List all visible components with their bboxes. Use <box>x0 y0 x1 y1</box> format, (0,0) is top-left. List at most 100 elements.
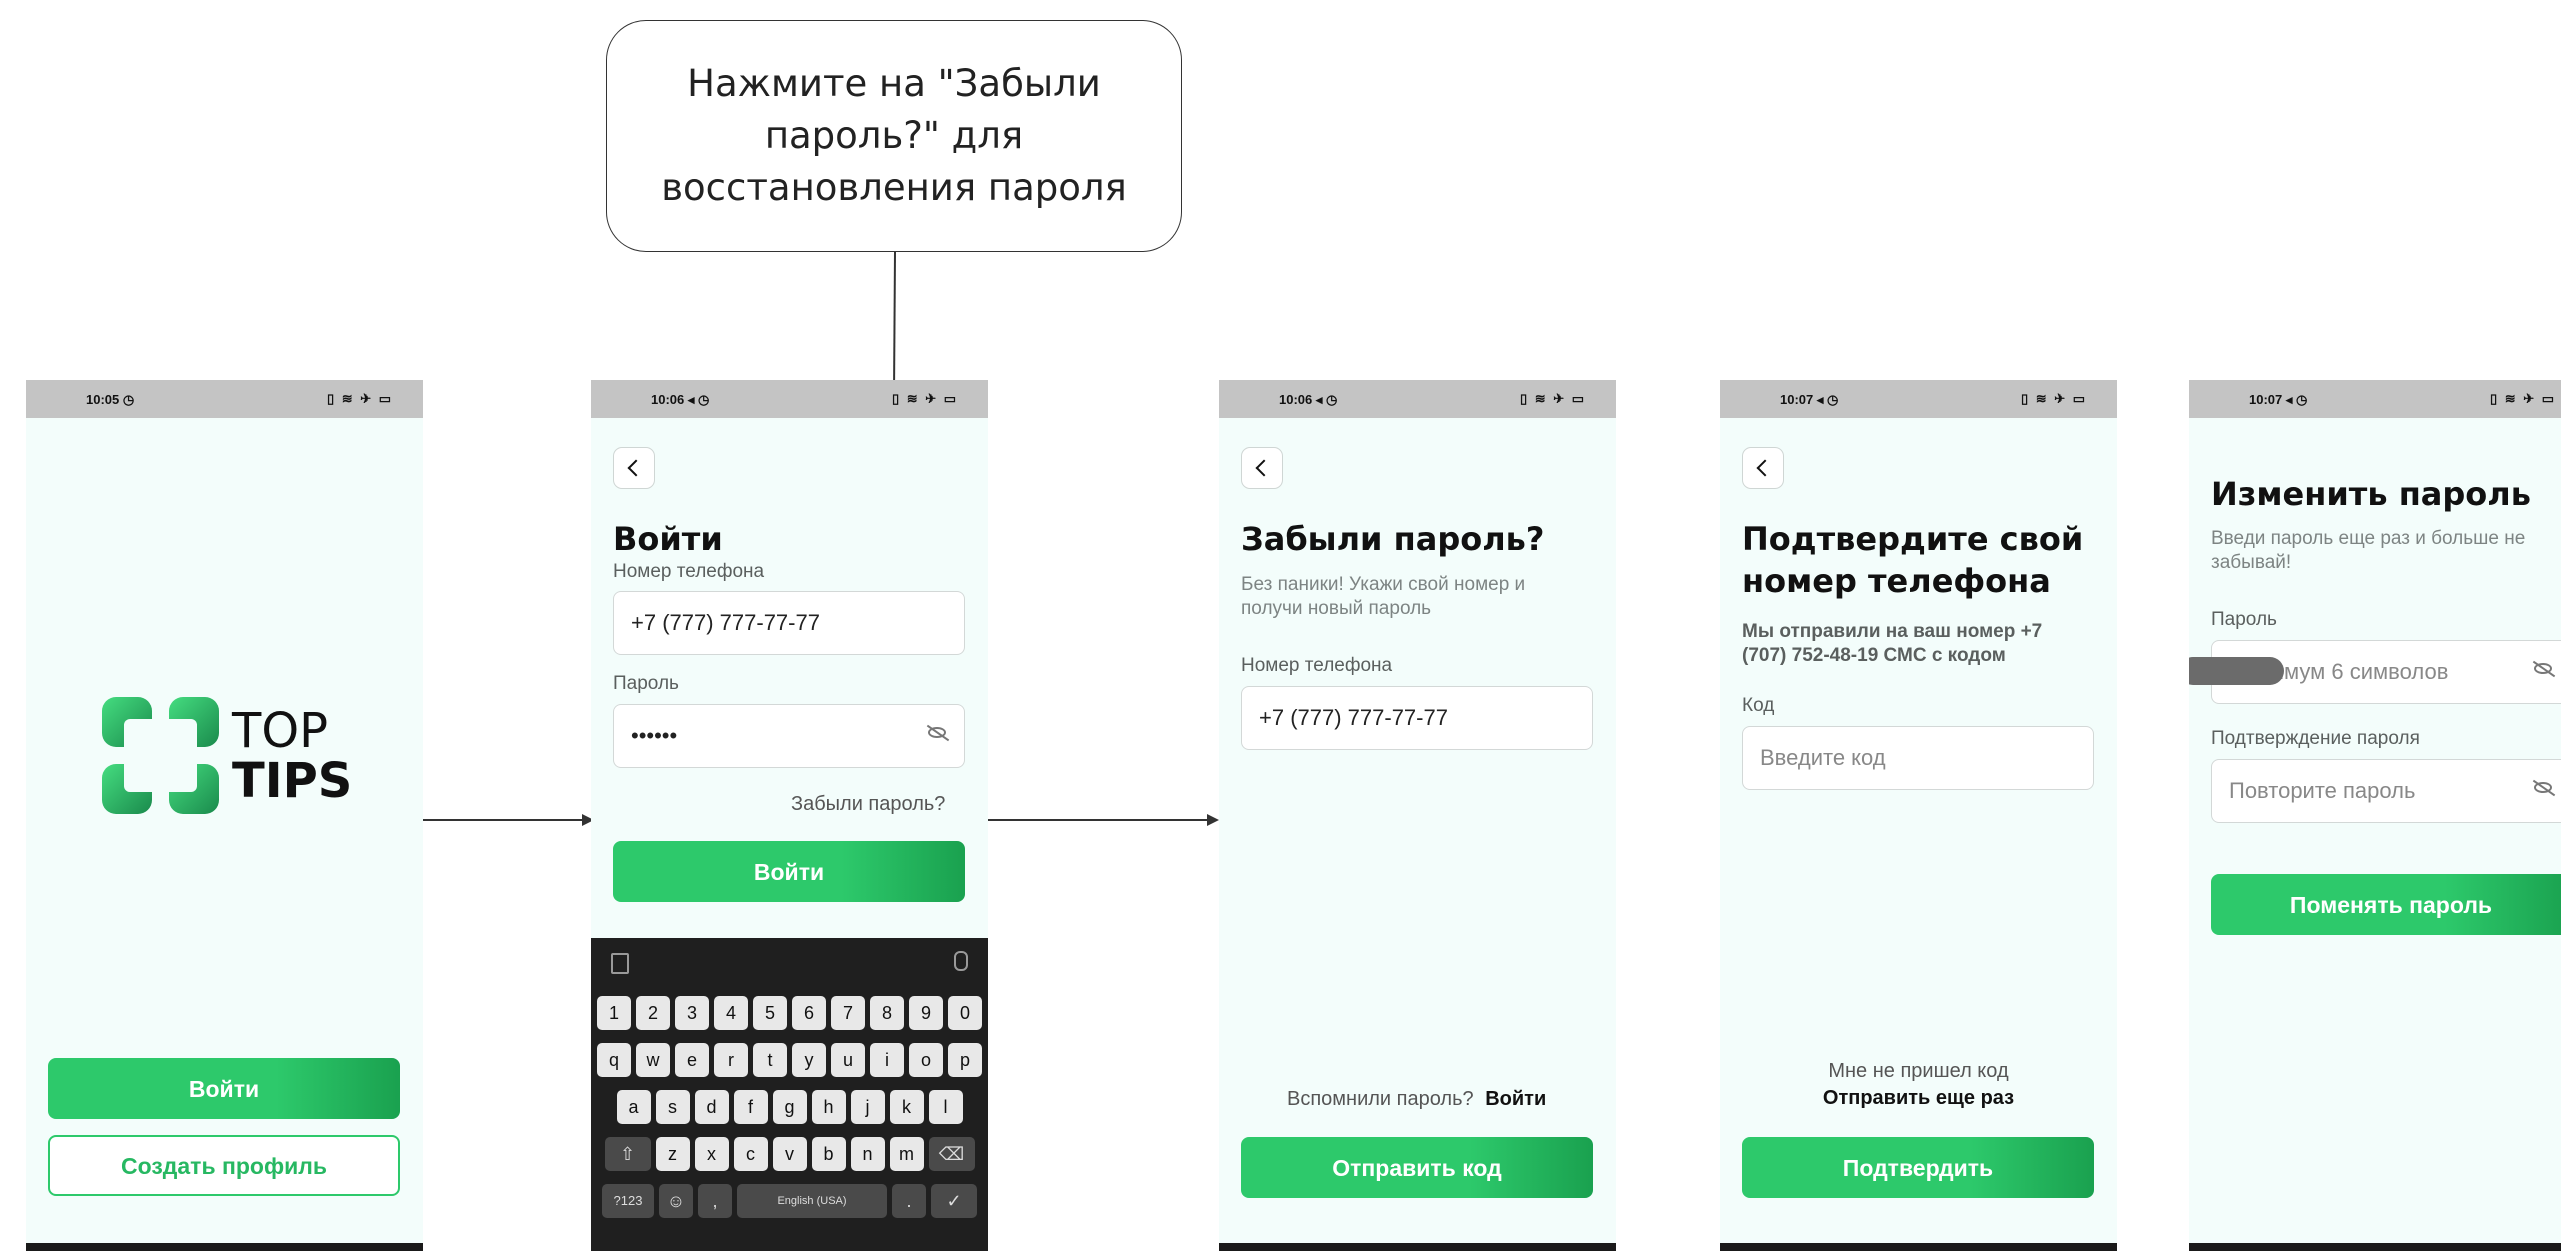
symbols-key[interactable]: ?123 <box>602 1184 654 1218</box>
resend-link[interactable]: Отправить еще раз <box>1720 1087 2117 1110</box>
key-8[interactable]: 8 <box>870 996 904 1030</box>
key-a[interactable]: a <box>616 1090 651 1124</box>
key-6[interactable]: 6 <box>792 996 826 1030</box>
key-0[interactable]: 0 <box>948 996 982 1030</box>
phone-label: Номер телефона <box>1241 655 1393 676</box>
callout-text: Нажмите на "Забыли пароль?" для восстано… <box>661 62 1127 209</box>
key-l[interactable]: l <box>928 1090 963 1124</box>
keyboard-number-row: 1234567890 <box>591 996 988 1030</box>
status-icons: ▯ ≋ ✈ ▭ <box>2020 391 2087 406</box>
eye-off-icon[interactable] <box>2534 782 2552 793</box>
status-icons: ▯ ≋ ✈ ▭ <box>326 391 393 406</box>
key-p[interactable]: p <box>948 1043 982 1077</box>
confirm-password-label: Подтверждение пароля <box>2211 728 2420 749</box>
emoji-key[interactable]: ☺ <box>659 1184 693 1218</box>
login-button[interactable]: Войти <box>613 841 965 902</box>
status-bar: 10:05 ◷ ▯ ≋ ✈ ▭ <box>26 380 423 418</box>
password-label: Пароль <box>613 673 679 694</box>
space-key[interactable]: English (USA) <box>737 1184 887 1218</box>
back-button[interactable] <box>1241 447 1283 489</box>
flow-arrow-2-head <box>1207 814 1219 826</box>
eye-off-icon[interactable] <box>928 727 946 738</box>
key-b[interactable]: b <box>811 1137 846 1171</box>
no-code-text: Мне не пришел код <box>1828 1060 2009 1082</box>
login-button[interactable]: Войти <box>48 1058 400 1119</box>
nav-bar <box>1720 1243 2117 1251</box>
phone-field[interactable]: +7 (777) 777-77-77 <box>1241 686 1593 750</box>
key-2[interactable]: 2 <box>636 996 670 1030</box>
page-subtitle: Мы отправили на ваш номер +7 (707) 752-4… <box>1742 621 2043 666</box>
forgot-password-screen: 10:06 ◂ ◷ ▯ ≋ ✈ ▭ Забыли пароль? Без пан… <box>1219 380 1616 1251</box>
key-u[interactable]: u <box>831 1043 865 1077</box>
comma-key[interactable]: , <box>698 1184 732 1218</box>
remembered-text: Вспомнили пароль? <box>1287 1088 1474 1110</box>
change-password-screen: 10:07 ◂ ◷ ▯ ≋ ✈ ▭ Изменить пароль Введи … <box>2189 380 2561 1251</box>
key-e[interactable]: e <box>675 1043 709 1077</box>
keyboard: 1234567890 qwertyuiop asdfghjkl ⇧ zxcvbn… <box>591 938 988 1251</box>
mic-icon[interactable] <box>954 951 968 971</box>
redaction-mark <box>2189 657 2284 685</box>
clipboard-icon[interactable] <box>611 953 629 974</box>
key-f[interactable]: f <box>733 1090 768 1124</box>
page-title: Забыли пароль? <box>1241 520 1545 558</box>
status-time: 10:07 ◂ ◷ <box>1780 392 1839 407</box>
key-n[interactable]: n <box>850 1137 885 1171</box>
key-s[interactable]: s <box>655 1090 690 1124</box>
key-4[interactable]: 4 <box>714 996 748 1030</box>
key-5[interactable]: 5 <box>753 996 787 1030</box>
key-r[interactable]: r <box>714 1043 748 1077</box>
key-9[interactable]: 9 <box>909 996 943 1030</box>
key-j[interactable]: j <box>850 1090 885 1124</box>
status-icons: ▯ ≋ ✈ ▭ <box>2489 391 2556 406</box>
key-v[interactable]: v <box>772 1137 807 1171</box>
key-x[interactable]: x <box>694 1137 729 1171</box>
password-label: Пароль <box>2211 609 2277 630</box>
key-q[interactable]: q <box>597 1043 631 1077</box>
page-title: Войти <box>613 520 723 558</box>
welcome-screen: 10:05 ◷ ▯ ≋ ✈ ▭ TOP TIPS Войти Создать п… <box>26 380 423 1251</box>
confirm-password-field[interactable]: Повторите пароль <box>2211 759 2561 823</box>
status-time: 10:05 ◷ <box>86 392 135 407</box>
key-c[interactable]: c <box>733 1137 768 1171</box>
shift-key[interactable]: ⇧ <box>604 1137 651 1171</box>
key-d[interactable]: d <box>694 1090 729 1124</box>
code-field[interactable]: Введите код <box>1742 726 2094 790</box>
send-code-button[interactable]: Отправить код <box>1241 1137 1593 1198</box>
create-profile-button[interactable]: Создать профиль <box>48 1135 400 1196</box>
flow-arrow-2 <box>988 819 1214 821</box>
key-o[interactable]: o <box>909 1043 943 1077</box>
key-k[interactable]: k <box>889 1090 924 1124</box>
password-value: •••••• <box>631 723 678 748</box>
key-3[interactable]: 3 <box>675 996 709 1030</box>
backspace-key[interactable]: ⌫ <box>928 1137 975 1171</box>
confirm-password-placeholder: Повторите пароль <box>2229 778 2416 803</box>
confirm-phone-screen: 10:07 ◂ ◷ ▯ ≋ ✈ ▭ Подтвердите свой номер… <box>1720 380 2117 1251</box>
key-y[interactable]: y <box>792 1043 826 1077</box>
change-password-button[interactable]: Поменять пароль <box>2211 874 2561 935</box>
forgot-password-link[interactable]: Забыли пароль? <box>791 793 945 816</box>
login-screen: 10:06 ◂ ◷ ▯ ≋ ✈ ▭ Войти Номер телефона +… <box>591 380 988 1251</box>
logo-icon <box>102 697 219 814</box>
key-1[interactable]: 1 <box>597 996 631 1030</box>
key-z[interactable]: z <box>655 1137 690 1171</box>
back-button[interactable] <box>1742 447 1784 489</box>
eye-off-icon[interactable] <box>2534 663 2552 674</box>
key-t[interactable]: t <box>753 1043 787 1077</box>
code-label: Код <box>1742 695 1775 716</box>
key-7[interactable]: 7 <box>831 996 865 1030</box>
key-w[interactable]: w <box>636 1043 670 1077</box>
period-key[interactable]: . <box>892 1184 926 1218</box>
login-link[interactable]: Войти <box>1485 1088 1546 1110</box>
status-bar: 10:07 ◂ ◷ ▯ ≋ ✈ ▭ <box>1720 380 2117 418</box>
key-g[interactable]: g <box>772 1090 807 1124</box>
key-h[interactable]: h <box>811 1090 846 1124</box>
password-field[interactable]: •••••• <box>613 704 965 768</box>
page-title: Изменить пароль <box>2211 475 2531 513</box>
key-m[interactable]: m <box>889 1137 924 1171</box>
confirm-button[interactable]: Подтвердить <box>1742 1137 2094 1198</box>
phone-field[interactable]: +7 (777) 777-77-77 <box>613 591 965 655</box>
enter-key[interactable]: ✓ <box>931 1184 977 1218</box>
key-i[interactable]: i <box>870 1043 904 1077</box>
keyboard-row-2: asdfghjkl <box>591 1090 988 1124</box>
back-button[interactable] <box>613 447 655 489</box>
